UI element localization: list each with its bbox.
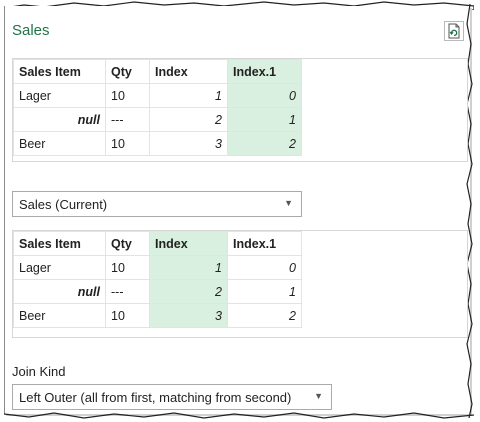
join-kind-label: Join Kind bbox=[12, 364, 66, 379]
cell-index-1: 2 bbox=[227, 131, 302, 156]
column-header-index-1[interactable]: Index.1 bbox=[227, 231, 302, 256]
cell-index: 1 bbox=[149, 83, 228, 108]
cell-qty: --- bbox=[105, 279, 150, 304]
first-table-preview: Sales Item Qty Index Index.1 Lager 10 1 … bbox=[12, 58, 468, 162]
cell-sales-item: null bbox=[13, 107, 106, 132]
join-kind-selected-value: Left Outer (all from first, matching fro… bbox=[19, 389, 292, 405]
table-header-row: Sales Item Qty Index Index.1 bbox=[13, 59, 302, 84]
second-table: Sales Item Qty Index Index.1 Lager 10 1 … bbox=[13, 231, 302, 328]
cell-index: 2 bbox=[149, 279, 228, 304]
table-row: null --- 2 1 bbox=[13, 279, 302, 304]
table-row: Lager 10 1 0 bbox=[13, 255, 302, 280]
cell-index: 3 bbox=[149, 303, 228, 328]
second-table-selected-value: Sales (Current) bbox=[19, 196, 108, 212]
table-row: Beer 10 3 2 bbox=[13, 131, 302, 156]
table-header-row: Sales Item Qty Index Index.1 bbox=[13, 231, 302, 256]
cell-index-1: 0 bbox=[227, 255, 302, 280]
cell-sales-item: Beer bbox=[13, 303, 106, 328]
column-header-qty[interactable]: Qty bbox=[105, 231, 150, 256]
first-table: Sales Item Qty Index Index.1 Lager 10 1 … bbox=[13, 59, 302, 156]
chevron-down-icon: ▼ bbox=[284, 198, 293, 208]
cell-index-1: 1 bbox=[227, 279, 302, 304]
table-row: Beer 10 3 2 bbox=[13, 303, 302, 328]
column-header-index-selected[interactable]: Index bbox=[149, 231, 228, 256]
cell-qty: 10 bbox=[105, 255, 150, 280]
join-kind-dropdown[interactable]: Left Outer (all from first, matching fro… bbox=[12, 384, 332, 410]
column-header-index[interactable]: Index bbox=[149, 59, 228, 84]
cell-index-1: 0 bbox=[227, 83, 302, 108]
cell-sales-item: null bbox=[13, 279, 106, 304]
cell-index: 3 bbox=[149, 131, 228, 156]
cell-sales-item: Lager bbox=[13, 255, 106, 280]
refresh-button[interactable] bbox=[444, 21, 464, 41]
column-header-sales-item[interactable]: Sales Item bbox=[13, 59, 106, 84]
cell-index: 2 bbox=[149, 107, 228, 132]
cell-qty: --- bbox=[105, 107, 150, 132]
table-row: null --- 2 1 bbox=[13, 107, 302, 132]
column-header-qty[interactable]: Qty bbox=[105, 59, 150, 84]
cell-qty: 10 bbox=[105, 303, 150, 328]
cell-sales-item: Lager bbox=[13, 83, 106, 108]
page-title: Sales bbox=[12, 22, 50, 39]
column-header-sales-item[interactable]: Sales Item bbox=[13, 231, 106, 256]
second-table-dropdown[interactable]: Sales (Current) ▼ bbox=[12, 191, 302, 217]
cell-qty: 10 bbox=[105, 131, 150, 156]
cell-index-1: 1 bbox=[227, 107, 302, 132]
cell-index: 1 bbox=[149, 255, 228, 280]
refresh-document-icon bbox=[448, 23, 460, 39]
cell-qty: 10 bbox=[105, 83, 150, 108]
column-header-index-1-selected[interactable]: Index.1 bbox=[227, 59, 302, 84]
second-table-preview: Sales Item Qty Index Index.1 Lager 10 1 … bbox=[12, 230, 468, 338]
cell-index-1: 2 bbox=[227, 303, 302, 328]
cell-sales-item: Beer bbox=[13, 131, 106, 156]
torn-edge-bottom bbox=[4, 412, 474, 419]
table-row: Lager 10 1 0 bbox=[13, 83, 302, 108]
chevron-down-icon: ▼ bbox=[314, 391, 323, 401]
